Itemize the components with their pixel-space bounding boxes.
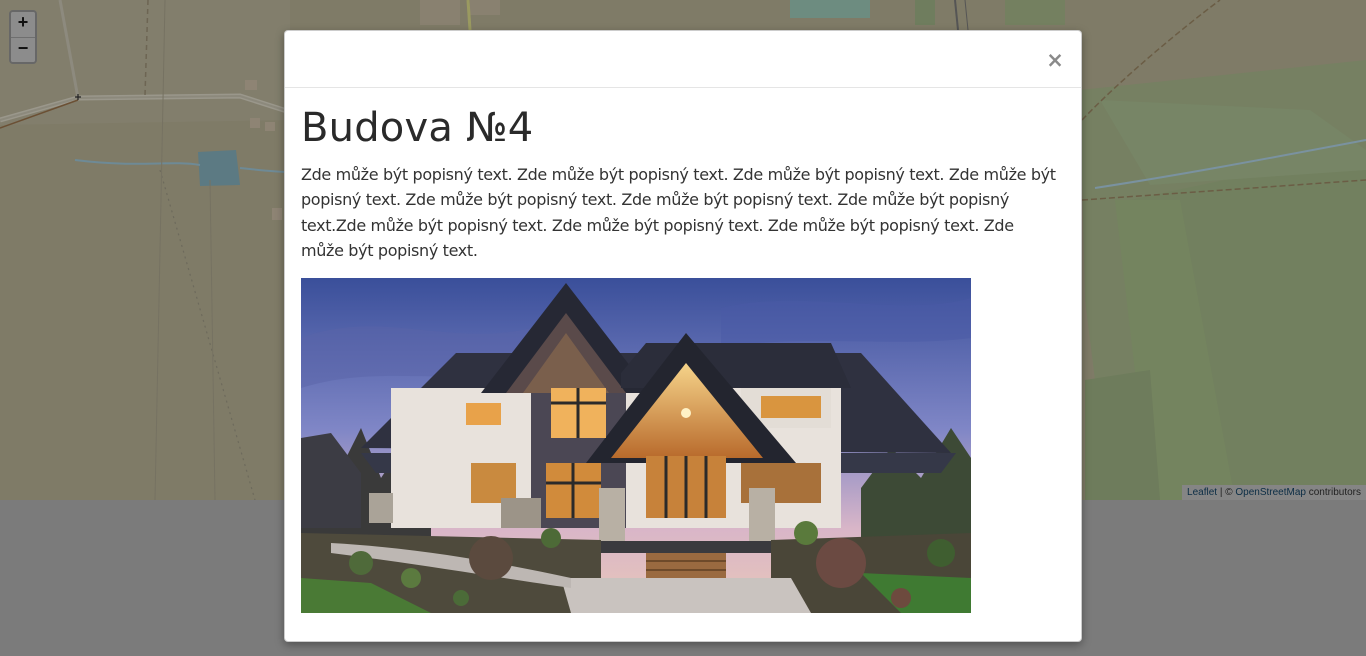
zoom-out-button[interactable]: − (11, 37, 35, 62)
attribution-suffix: contributors (1305, 487, 1361, 498)
attribution-separator: | © (1217, 487, 1236, 498)
close-button[interactable]: × (1046, 50, 1064, 71)
modal-body: Budova №4 Zde může být popisný text. Zde… (285, 88, 1081, 614)
house-photo (301, 278, 971, 614)
zoom-in-button[interactable]: + (11, 12, 35, 37)
modal-description: Zde může být popisný text. Zde může být … (301, 165, 1056, 260)
building-modal: × Budova №4 Zde může být popisný text. Z… (284, 30, 1082, 642)
zoom-control: + − (9, 10, 37, 64)
modal-title: Budova №4 (301, 105, 534, 151)
modal-header: × (285, 31, 1081, 88)
map-attribution: Leaflet | © OpenStreetMap contributors (1182, 485, 1366, 500)
leaflet-link[interactable]: Leaflet (1187, 487, 1217, 498)
openstreetmap-link[interactable]: OpenStreetMap (1235, 487, 1306, 498)
